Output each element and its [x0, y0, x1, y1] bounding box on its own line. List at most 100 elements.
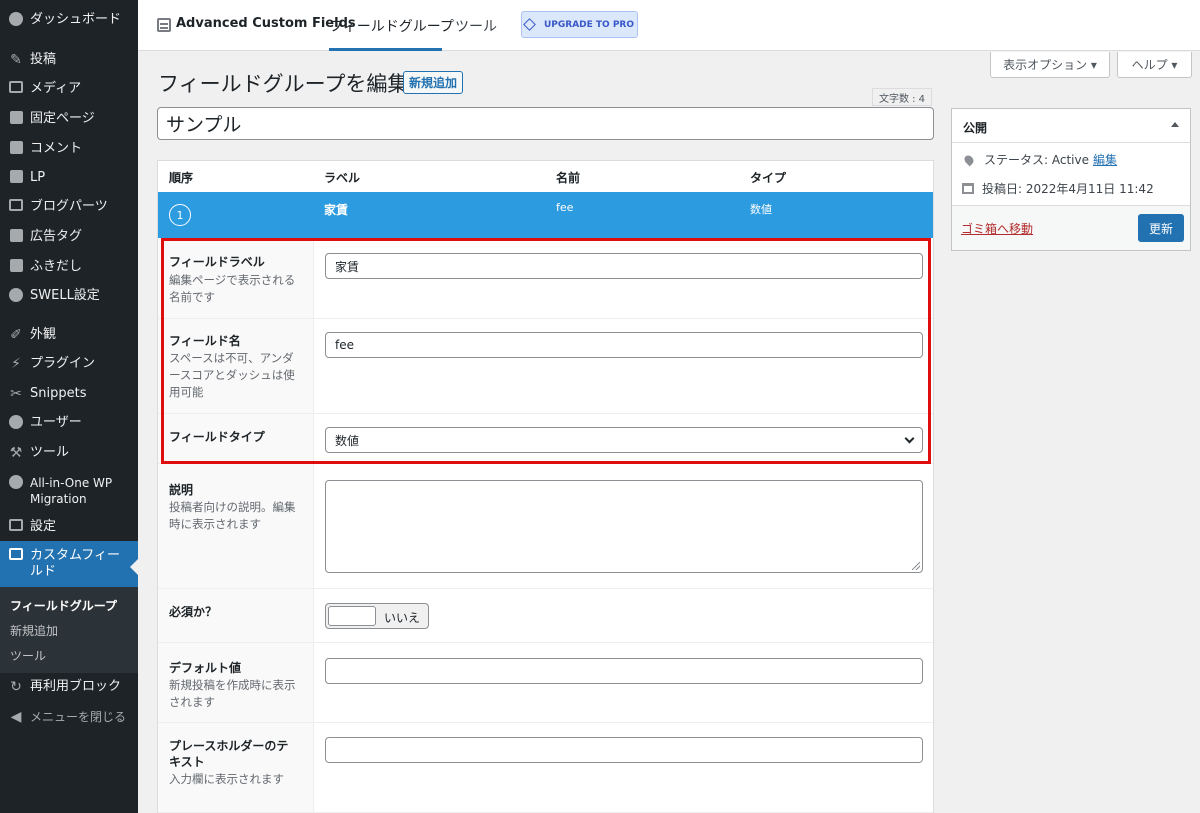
page-icon: [9, 170, 23, 183]
sidebar-item-tools[interactable]: ⚒ ツール: [0, 445, 138, 465]
sidebar-item-lp[interactable]: LP: [0, 170, 138, 190]
migration-icon: [9, 475, 23, 489]
setting-field-type: フィールドタイプ 数値: [158, 414, 933, 464]
sidebar-item-fukidashi[interactable]: ふきだし: [0, 259, 138, 279]
sidebar-item-all-in-one-migration[interactable]: All-in-One WP Migration: [0, 475, 138, 509]
character-count: 文字数 : 4: [872, 88, 932, 106]
sidebar-item-pages[interactable]: 固定ページ: [0, 111, 138, 131]
tab-field-groups[interactable]: フィールドグループ: [329, 16, 454, 36]
acf-header: Advanced Custom Fields フィールドグループ ツール UPG…: [138, 0, 1200, 51]
setting-placeholder-title: プレースホルダーのテキスト: [169, 739, 289, 769]
screen-options-button[interactable]: 表示オプション ▾: [990, 52, 1110, 78]
speech-bubble-icon: [9, 259, 23, 272]
setting-type-title: フィールドタイプ: [169, 430, 265, 444]
sidebar-item-blog-parts[interactable]: ブログパーツ: [0, 199, 138, 219]
settings-icon: [9, 519, 23, 531]
sidebar-item-appearance[interactable]: ✐ 外観: [0, 327, 138, 347]
publish-status: ステータス: Active 編集: [962, 151, 1117, 168]
add-new-button[interactable]: 新規追加: [403, 71, 463, 94]
setting-default-value: デフォルト値 新規投稿を作成時に表示されます: [158, 643, 933, 723]
admin-sidebar: ダッシュボード ✎ 投稿 メディア 固定ページ コメント LP ブログパーツ 広…: [0, 0, 138, 813]
sidebar-item-dashboard[interactable]: ダッシュボード: [0, 12, 138, 32]
status-edit-link[interactable]: 編集: [1093, 151, 1117, 168]
active-tab-indicator: [329, 48, 442, 51]
sidebar-item-custom-fields[interactable]: カスタムフィールド: [0, 541, 138, 587]
field-row-name: fee: [556, 201, 574, 214]
megaphone-icon: [9, 229, 23, 242]
sidebar-item-ad-tags[interactable]: 広告タグ: [0, 229, 138, 249]
user-icon: [9, 415, 23, 429]
setting-default-desc: 新規投稿を作成時に表示されます: [169, 678, 296, 709]
move-to-trash-link[interactable]: ゴミ箱へ移動: [961, 220, 1033, 237]
setting-field-label: フィールドラベル 編集ページで表示される名前です: [158, 239, 933, 319]
field-row-label[interactable]: 家賃: [324, 201, 348, 218]
location-pin-icon: [962, 153, 976, 166]
calendar-icon: [962, 183, 974, 194]
setting-name-title: フィールド名: [169, 334, 241, 348]
brush-icon: ✐: [10, 327, 22, 343]
refresh-icon: ↻: [10, 679, 22, 695]
plugin-icon: ⚡: [11, 356, 21, 372]
collapse-arrow-icon[interactable]: [1171, 122, 1179, 127]
sidebar-item-swell-settings[interactable]: SWELL設定: [0, 288, 138, 308]
required-toggle[interactable]: いいえ: [325, 603, 429, 629]
chevron-down-icon: [904, 433, 915, 444]
pin-icon: ✎: [10, 52, 22, 68]
collapse-icon: ◀: [10, 709, 22, 725]
setting-label-title: フィールドラベル: [169, 255, 265, 269]
header-name: 名前: [556, 171, 581, 185]
submenu-tools[interactable]: ツール: [10, 647, 46, 664]
tab-tools[interactable]: ツール: [455, 16, 497, 36]
page-icon: [9, 111, 23, 124]
header-type: タイプ: [750, 171, 787, 185]
publish-title: 公開: [963, 121, 988, 135]
setting-field-name: フィールド名 スペースは不可、アンダースコアとダッシュは使用可能: [158, 319, 933, 414]
sidebar-item-users[interactable]: ユーザー: [0, 415, 138, 435]
placeholder-input[interactable]: [325, 737, 923, 763]
custom-fields-submenu: フィールドグループ 新規追加 ツール: [0, 587, 138, 673]
submenu-field-groups[interactable]: フィールドグループ: [10, 597, 117, 614]
instructions-textarea[interactable]: [325, 480, 923, 573]
sidebar-item-settings[interactable]: 設定: [0, 519, 138, 539]
sidebar-item-media[interactable]: メディア: [0, 81, 138, 101]
acf-logo-icon: [157, 18, 171, 32]
upgrade-to-pro-button[interactable]: UPGRADE TO PRO: [521, 11, 638, 38]
update-button[interactable]: 更新: [1138, 214, 1184, 242]
sidebar-item-plugins[interactable]: ⚡ プラグイン: [0, 356, 138, 376]
field-type-select[interactable]: 数値: [325, 427, 923, 453]
sidebar-item-reusable-blocks[interactable]: ↻ 再利用ブロック: [0, 679, 138, 699]
setting-placeholder-desc: 入力欄に表示されます: [169, 772, 284, 786]
sidebar-item-snippets[interactable]: ✂ Snippets: [0, 386, 138, 406]
sidebar-item-posts[interactable]: ✎ 投稿: [0, 52, 138, 72]
setting-instructions-desc: 投稿者向けの説明。編集時に表示されます: [169, 500, 296, 531]
field-group-title-input[interactable]: [157, 107, 934, 140]
scissors-icon: ✂: [10, 386, 22, 402]
publish-date: 投稿日: 2022年4月11日 11:42: [962, 180, 1154, 197]
dashboard-icon: [9, 12, 23, 26]
setting-name-desc: スペースは不可、アンダースコアとダッシュは使用可能: [169, 351, 295, 399]
comment-icon: [9, 141, 23, 154]
resize-handle-icon[interactable]: [912, 562, 920, 570]
setting-required-title: 必須か？: [169, 605, 218, 619]
fields-table: 順序 ラベル 名前 タイプ 1 家賃 fee 数値 フィールドラベル 編集ページ…: [157, 160, 934, 813]
sidebar-item-comments[interactable]: コメント: [0, 141, 138, 161]
wrench-icon: ⚒: [9, 445, 23, 461]
active-menu-arrow: [130, 559, 138, 575]
setting-placeholder: プレースホルダーのテキスト 入力欄に表示されます: [158, 723, 933, 813]
diamond-icon: [523, 18, 536, 31]
setting-default-title: デフォルト値: [169, 661, 242, 675]
custom-fields-icon: [9, 548, 23, 560]
field-label-input[interactable]: [325, 253, 923, 279]
submenu-add-new[interactable]: 新規追加: [10, 622, 58, 639]
field-name-input[interactable]: [325, 332, 923, 358]
help-button[interactable]: ヘルプ ▾: [1117, 52, 1192, 78]
field-row[interactable]: 1 家賃 fee 数値: [158, 192, 933, 238]
default-value-input[interactable]: [325, 658, 923, 684]
publish-box: 公開 ステータス: Active 編集 投稿日: 2022年4月11日 11:4…: [951, 108, 1191, 251]
swell-icon: [9, 288, 23, 302]
media-icon: [9, 81, 23, 93]
header-order: 順序: [169, 171, 194, 185]
collapse-menu-button[interactable]: ◀ メニューを閉じる: [0, 709, 138, 729]
setting-instructions-title: 説明: [169, 483, 194, 497]
field-order-badge[interactable]: 1: [169, 204, 191, 226]
